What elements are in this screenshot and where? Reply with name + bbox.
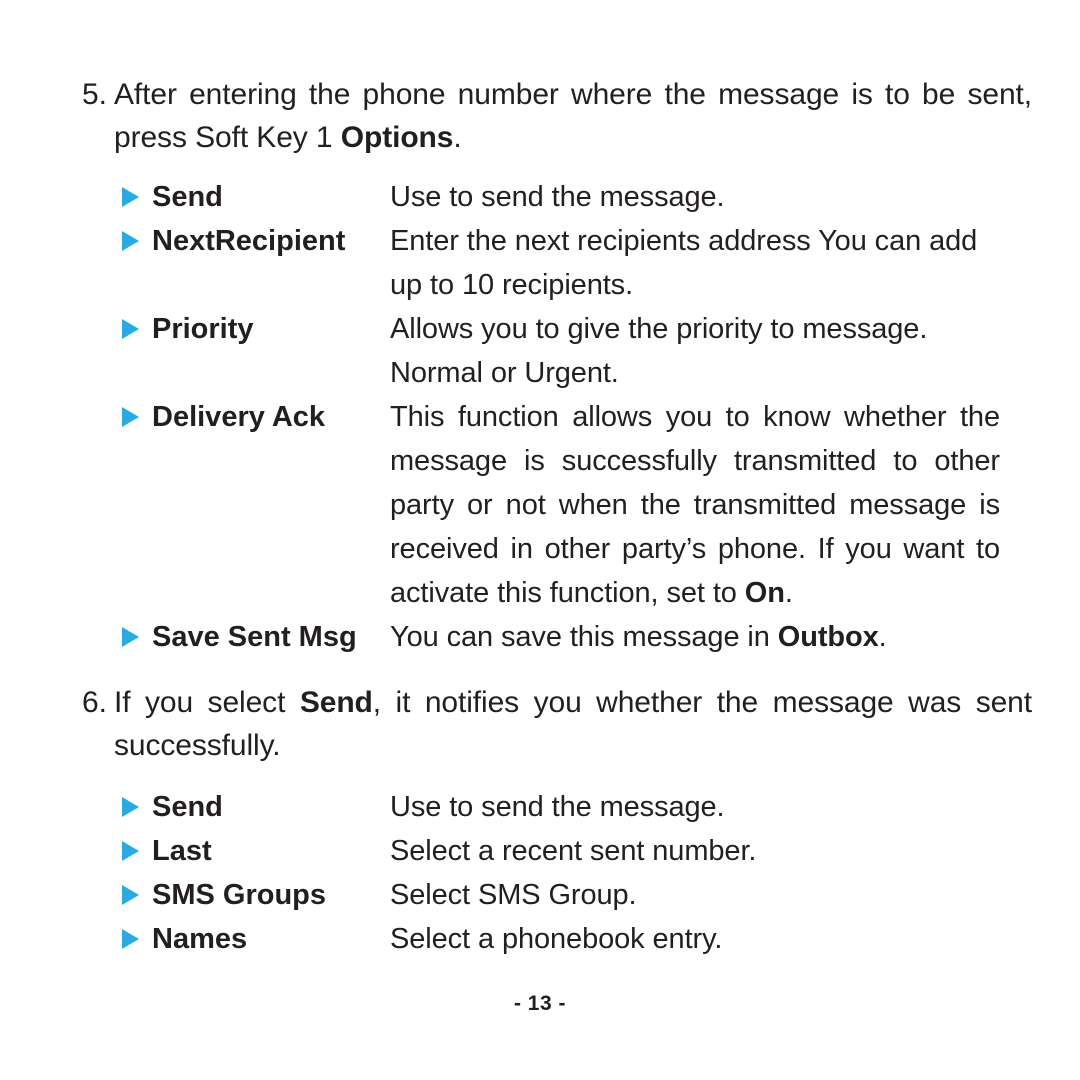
option-desc-delivery-ack: This function allows you to know whether… bbox=[390, 395, 1000, 615]
desc-tail: . bbox=[878, 621, 887, 653]
send-desc-send: Use to send the message. bbox=[390, 791, 725, 823]
term-label: Delivery Ack bbox=[152, 401, 326, 433]
term-label: SMS Groups bbox=[152, 879, 327, 911]
send-term-send: Send bbox=[122, 785, 390, 829]
term-label: Names bbox=[152, 923, 248, 955]
option-desc-save-sent-msg: You can save this message in Outbox. bbox=[390, 615, 1000, 659]
send-term-names: Names bbox=[122, 917, 390, 961]
desc-bold-term: Outbox bbox=[777, 621, 879, 653]
term-label: Send bbox=[152, 791, 223, 823]
triangle-bullet-icon bbox=[122, 797, 139, 817]
triangle-bullet-icon bbox=[122, 231, 139, 251]
term-label: NextRecipient bbox=[152, 225, 346, 257]
term-label: Send bbox=[152, 181, 223, 213]
term-label: Last bbox=[152, 835, 212, 867]
option-term-nextrecipient: NextRecipient bbox=[122, 219, 390, 263]
step-5-text-lead: After entering the phone number where th… bbox=[114, 78, 1032, 154]
triangle-bullet-icon bbox=[122, 187, 139, 207]
send-term-sms-groups: SMS Groups bbox=[122, 873, 390, 917]
send-desc-last: Select a recent sent number. bbox=[390, 835, 757, 867]
term-label: Save Sent Msg bbox=[152, 621, 357, 653]
desc-lead: You can save this message in bbox=[390, 621, 778, 653]
list-item: Send Use to send the message. bbox=[122, 175, 1000, 219]
send-desc-sms-groups: Select SMS Group. bbox=[390, 879, 637, 911]
term-label: Priority bbox=[152, 313, 254, 345]
option-desc-nextrecipient: Enter the next recipients address You ca… bbox=[390, 225, 978, 301]
send-term-last: Last bbox=[122, 829, 390, 873]
triangle-bullet-icon bbox=[122, 885, 139, 905]
desc-tail: . bbox=[784, 577, 793, 609]
list-item: NextRecipient Enter the next recipients … bbox=[122, 219, 1000, 307]
triangle-bullet-icon bbox=[122, 627, 139, 647]
triangle-bullet-icon bbox=[122, 407, 139, 427]
list-item: Names Select a phonebook entry. bbox=[122, 917, 1000, 961]
options-definition-list: Send Use to send the message. NextRecipi… bbox=[0, 175, 1080, 659]
step-5-paragraph: 5. After entering the phone number where … bbox=[82, 73, 1032, 159]
list-item: Priority Allows you to give the priority… bbox=[122, 307, 1000, 395]
step-5-text-tail: . bbox=[453, 121, 462, 154]
list-item: Save Sent Msg You can save this message … bbox=[122, 615, 1000, 659]
step-6-number: 6. bbox=[82, 686, 107, 719]
step-6-paragraph: 6. If you select Send, it notifies you wh… bbox=[82, 681, 1032, 767]
option-desc-send: Use to send the message. bbox=[390, 181, 725, 213]
step-5-bold-term: Options bbox=[340, 121, 454, 154]
option-desc-priority: Allows you to give the priority to messa… bbox=[390, 313, 928, 389]
option-term-save-sent-msg: Save Sent Msg bbox=[122, 615, 390, 659]
desc-lead: This function allows you to know whether… bbox=[390, 401, 1000, 609]
desc-bold-term: On bbox=[744, 577, 785, 609]
list-item: Send Use to send the message. bbox=[122, 785, 1000, 829]
triangle-bullet-icon bbox=[122, 929, 139, 949]
step-6-bold-term: Send bbox=[299, 686, 373, 719]
triangle-bullet-icon bbox=[122, 841, 139, 861]
send-definition-list: Send Use to send the message. Last Selec… bbox=[0, 785, 1080, 961]
manual-page: 5. After entering the phone number where … bbox=[0, 0, 1080, 1080]
option-term-send: Send bbox=[122, 175, 390, 219]
list-item: Delivery Ack This function allows you to… bbox=[122, 395, 1000, 615]
list-item: Last Select a recent sent number. bbox=[122, 829, 1000, 873]
list-item: SMS Groups Select SMS Group. bbox=[122, 873, 1000, 917]
option-term-delivery-ack: Delivery Ack bbox=[122, 395, 390, 439]
triangle-bullet-icon bbox=[122, 319, 139, 339]
step-5-number: 5. bbox=[82, 78, 107, 111]
send-desc-names: Select a phonebook entry. bbox=[390, 923, 723, 955]
option-term-priority: Priority bbox=[122, 307, 390, 351]
step-6-text-lead: If you select bbox=[114, 686, 300, 719]
page-number-footer: - 13 - bbox=[513, 992, 566, 1015]
